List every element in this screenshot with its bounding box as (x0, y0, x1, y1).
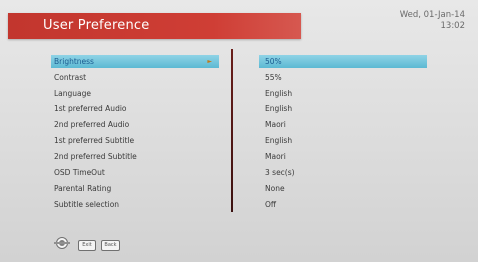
setting-2nd-audio-value[interactable]: Maori (259, 118, 427, 131)
setting-contrast-label[interactable]: Contrast (51, 71, 219, 84)
setting-contrast-value[interactable]: 55% (259, 71, 427, 84)
setting-label: Brightness (54, 57, 94, 66)
setting-subtitle-selection-value[interactable]: Off (259, 198, 427, 211)
right-arrow-icon: ► (207, 58, 212, 65)
setting-osd-timeout-value[interactable]: 3 sec(s) (259, 166, 427, 179)
setting-2nd-subtitle-value[interactable]: Maori (259, 150, 427, 163)
setting-1st-audio-value[interactable]: English (259, 102, 427, 115)
settings-list: Brightness ► 50% Contrast 55% Language E… (0, 0, 478, 262)
setting-osd-timeout-label[interactable]: OSD TimeOut (51, 166, 219, 179)
setting-subtitle-selection-label[interactable]: Subtitle selection (51, 198, 219, 211)
setting-parental-rating-label[interactable]: Parental Rating (51, 182, 219, 195)
setting-2nd-audio-label[interactable]: 2nd preferred Audio (51, 118, 219, 131)
setting-brightness-value[interactable]: 50% (259, 55, 427, 68)
setting-parental-rating-value[interactable]: None (259, 182, 427, 195)
setting-brightness-label[interactable]: Brightness ► (51, 55, 219, 68)
setting-language-label[interactable]: Language (51, 87, 219, 100)
tv-menu-screen: User Preference Wed, 01-Jan-14 13:02 Bri… (0, 0, 478, 262)
exit-key-icon[interactable]: Exit (78, 240, 96, 251)
setting-2nd-subtitle-label[interactable]: 2nd preferred Subtitle (51, 150, 219, 163)
column-divider (231, 49, 233, 212)
setting-1st-subtitle-label[interactable]: 1st preferred Subtitle (51, 134, 219, 147)
back-key-icon[interactable]: Back (101, 240, 120, 251)
navigation-wheel-icon (54, 237, 70, 249)
setting-language-value[interactable]: English (259, 87, 427, 100)
setting-1st-audio-label[interactable]: 1st preferred Audio (51, 102, 219, 115)
setting-1st-subtitle-value[interactable]: English (259, 134, 427, 147)
